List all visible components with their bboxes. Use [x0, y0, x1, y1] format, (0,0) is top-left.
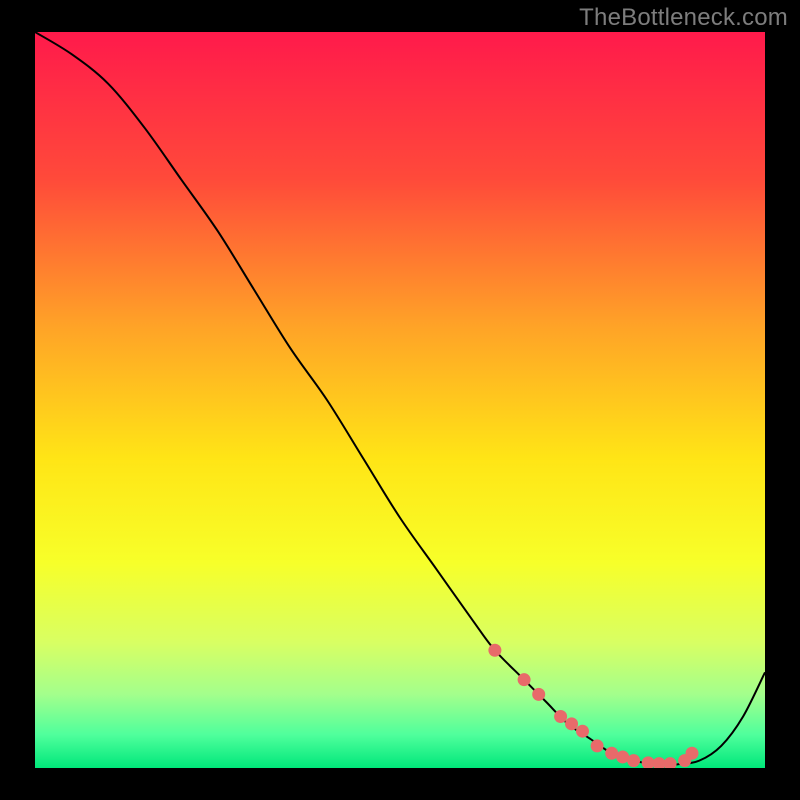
bottleneck-chart: TheBottleneck.com	[0, 0, 800, 800]
chart-canvas	[0, 0, 800, 800]
watermark-text: TheBottleneck.com	[579, 4, 788, 32]
highlight-dot	[627, 754, 640, 767]
highlight-dot	[518, 673, 531, 686]
highlight-dot	[488, 644, 501, 657]
highlight-dot	[565, 717, 578, 730]
highlight-dot	[591, 739, 604, 752]
highlight-dot	[554, 710, 567, 723]
highlight-dot	[686, 747, 699, 760]
highlight-dot	[532, 688, 545, 701]
chart-gradient-bg	[35, 32, 765, 768]
highlight-dot	[576, 725, 589, 738]
